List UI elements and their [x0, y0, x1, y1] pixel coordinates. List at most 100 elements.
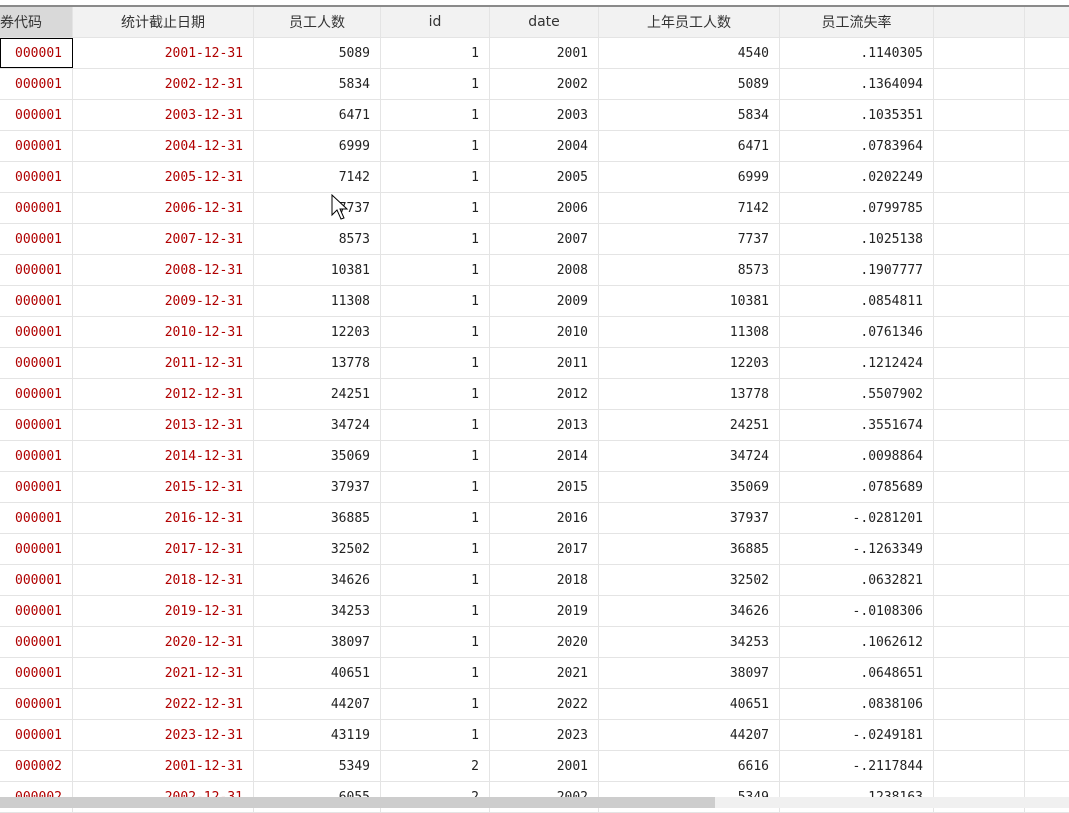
table-cell[interactable] — [934, 162, 1025, 192]
table-cell[interactable]: 2008 — [490, 255, 599, 285]
table-cell[interactable]: 5834 — [254, 69, 381, 99]
table-cell[interactable]: 2008-12-31 — [73, 255, 254, 285]
table-cell[interactable]: 000001 — [0, 162, 73, 192]
table-cell[interactable] — [1025, 348, 1069, 378]
table-cell[interactable]: 1 — [381, 596, 490, 626]
table-cell[interactable] — [934, 534, 1025, 564]
table-cell[interactable]: 1 — [381, 193, 490, 223]
table-cell[interactable]: 8573 — [254, 224, 381, 254]
table-cell[interactable]: 2023 — [490, 720, 599, 750]
table-cell[interactable]: 000001 — [0, 131, 73, 161]
table-cell[interactable]: 5834 — [599, 100, 780, 130]
table-cell[interactable]: -.1263349 — [780, 534, 934, 564]
table-cell[interactable]: -.0249181 — [780, 720, 934, 750]
table-cell[interactable]: .0838106 — [780, 689, 934, 719]
table-cell[interactable]: .0648651 — [780, 658, 934, 688]
table-cell[interactable]: 40651 — [599, 689, 780, 719]
horizontal-scrollbar[interactable] — [0, 797, 1069, 808]
column-header-7[interactable] — [934, 7, 1025, 37]
data-grid[interactable]: 券代码 统计截止日期 员工人数 id date 上年员工人数 员工流失率 000001 200… — [0, 5, 1069, 813]
table-cell[interactable]: 2017 — [490, 534, 599, 564]
table-cell[interactable]: 2018-12-31 — [73, 565, 254, 595]
table-cell[interactable]: 5089 — [599, 69, 780, 99]
table-cell[interactable]: 5089 — [254, 38, 381, 68]
table-cell[interactable]: 34626 — [599, 596, 780, 626]
table-cell[interactable]: 7737 — [599, 224, 780, 254]
table-cell[interactable]: 2011 — [490, 348, 599, 378]
table-cell[interactable]: 35069 — [254, 441, 381, 471]
table-cell[interactable]: 2003-12-31 — [73, 100, 254, 130]
table-cell[interactable]: 24251 — [254, 379, 381, 409]
table-cell[interactable]: 2 — [381, 751, 490, 781]
table-cell[interactable]: 2012-12-31 — [73, 379, 254, 409]
table-cell[interactable]: 34626 — [254, 565, 381, 595]
table-cell[interactable]: 1 — [381, 627, 490, 657]
table-cell[interactable]: 10381 — [254, 255, 381, 285]
table-cell[interactable]: 38097 — [599, 658, 780, 688]
table-cell[interactable] — [934, 131, 1025, 161]
table-cell[interactable] — [1025, 317, 1069, 347]
column-header-0[interactable]: 券代码 — [0, 7, 73, 37]
column-header-8[interactable] — [1025, 7, 1069, 37]
table-cell[interactable] — [1025, 534, 1069, 564]
table-cell[interactable]: 4540 — [599, 38, 780, 68]
table-cell[interactable]: 24251 — [599, 410, 780, 440]
table-cell[interactable] — [934, 658, 1025, 688]
table-cell[interactable]: .1062612 — [780, 627, 934, 657]
table-cell[interactable] — [1025, 162, 1069, 192]
table-cell[interactable]: 13778 — [254, 348, 381, 378]
column-header-6[interactable]: 员工流失率 — [780, 7, 934, 37]
table-cell[interactable]: 44207 — [254, 689, 381, 719]
table-cell[interactable] — [934, 720, 1025, 750]
table-cell[interactable]: .0785689 — [780, 472, 934, 502]
table-cell[interactable] — [1025, 596, 1069, 626]
table-cell[interactable]: 2020 — [490, 627, 599, 657]
table-cell[interactable]: 2009 — [490, 286, 599, 316]
table-cell[interactable] — [934, 100, 1025, 130]
table-cell[interactable]: 1 — [381, 255, 490, 285]
table-cell[interactable] — [934, 503, 1025, 533]
table-cell[interactable]: .3551674 — [780, 410, 934, 440]
table-cell[interactable] — [1025, 69, 1069, 99]
table-cell[interactable]: 6616 — [599, 751, 780, 781]
table-cell[interactable]: 2018 — [490, 565, 599, 595]
table-cell[interactable]: 32502 — [599, 565, 780, 595]
table-cell[interactable]: 2022 — [490, 689, 599, 719]
table-cell[interactable]: 000001 — [0, 379, 73, 409]
table-cell[interactable] — [1025, 565, 1069, 595]
table-cell[interactable] — [1025, 286, 1069, 316]
table-cell[interactable]: 34724 — [254, 410, 381, 440]
table-cell[interactable] — [934, 193, 1025, 223]
table-cell[interactable]: 11308 — [254, 286, 381, 316]
table-cell[interactable]: 000001 — [0, 38, 73, 68]
table-cell[interactable]: 2019-12-31 — [73, 596, 254, 626]
table-cell[interactable]: 2005 — [490, 162, 599, 192]
table-cell[interactable]: 1 — [381, 131, 490, 161]
table-cell[interactable]: 44207 — [599, 720, 780, 750]
scrollbar-thumb[interactable] — [0, 797, 715, 808]
table-cell[interactable]: 000001 — [0, 348, 73, 378]
table-cell[interactable]: .0783964 — [780, 131, 934, 161]
table-cell[interactable] — [934, 286, 1025, 316]
table-cell[interactable]: 34253 — [254, 596, 381, 626]
table-cell[interactable]: 35069 — [599, 472, 780, 502]
table-cell[interactable]: 2005-12-31 — [73, 162, 254, 192]
table-cell[interactable]: 1 — [381, 720, 490, 750]
table-cell[interactable]: 37937 — [254, 472, 381, 502]
table-cell[interactable] — [1025, 100, 1069, 130]
table-cell[interactable]: 000001 — [0, 69, 73, 99]
table-cell[interactable] — [934, 38, 1025, 68]
column-header-3[interactable]: id — [381, 7, 490, 37]
table-cell[interactable]: 11308 — [599, 317, 780, 347]
column-header-4[interactable]: date — [490, 7, 599, 37]
table-cell[interactable]: 2009-12-31 — [73, 286, 254, 316]
table-cell[interactable]: 000002 — [0, 751, 73, 781]
table-cell[interactable]: -.0108306 — [780, 596, 934, 626]
table-cell[interactable]: 6471 — [254, 100, 381, 130]
column-header-5[interactable]: 上年员工人数 — [599, 7, 780, 37]
table-cell[interactable]: 40651 — [254, 658, 381, 688]
table-cell[interactable] — [934, 69, 1025, 99]
column-header-2[interactable]: 员工人数 — [254, 7, 381, 37]
table-cell[interactable]: 2007-12-31 — [73, 224, 254, 254]
table-cell[interactable]: 5349 — [254, 751, 381, 781]
